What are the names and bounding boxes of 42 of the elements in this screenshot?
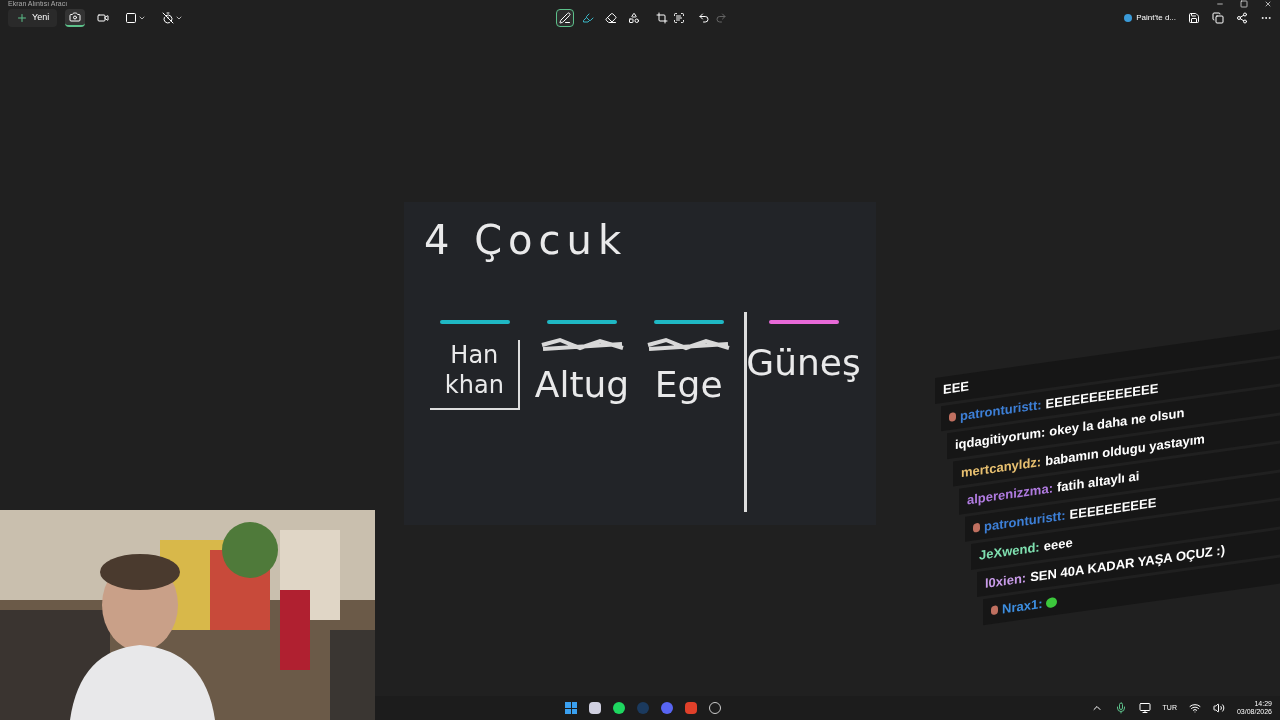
eraser-icon <box>605 12 617 24</box>
handwritten-name: Altug <box>534 363 630 407</box>
shapes-icon <box>628 12 640 24</box>
chevron-down-icon <box>175 14 184 22</box>
minimize-icon <box>1216 0 1224 8</box>
handwritten-name: Güneş <box>746 341 861 385</box>
close-icon <box>1264 0 1272 8</box>
windows-start-icon[interactable] <box>565 702 577 714</box>
chat-username: JeXwend: <box>979 538 1040 565</box>
copy-icon <box>1212 12 1224 24</box>
redo-icon[interactable] <box>715 12 727 24</box>
emote-icon <box>1046 596 1058 609</box>
rectangle-icon <box>125 12 138 24</box>
maximize-icon <box>1240 0 1248 8</box>
chevron-down-icon <box>138 14 147 22</box>
video-icon <box>97 12 110 24</box>
save-icon <box>1188 12 1200 24</box>
handwritten-title: 4 Çocuk <box>424 216 629 265</box>
monitor-icon <box>1138 702 1151 714</box>
chat-username: l0xien: <box>985 568 1027 593</box>
pen-tool-button[interactable] <box>556 9 574 27</box>
chat-username: mertcanyldz: <box>961 452 1042 482</box>
new-button[interactable]: Yeni <box>8 9 58 27</box>
timer-off-icon <box>162 12 175 24</box>
plus-icon <box>16 12 28 24</box>
pen-icon <box>559 12 571 24</box>
microphone-icon <box>1114 702 1127 714</box>
handwritten-name: Han khan <box>430 340 521 410</box>
text-actions-icon[interactable] <box>673 12 685 24</box>
chat-username: Nrax1: <box>1002 594 1043 619</box>
chat-username: iqdagitiyorum: <box>955 423 1046 455</box>
camera-icon <box>69 11 82 23</box>
chat-text: eeee <box>1043 534 1073 556</box>
handwritten-name: Ege <box>654 363 723 407</box>
capture-mode-button[interactable] <box>65 9 86 27</box>
undo-icon[interactable] <box>698 12 710 24</box>
paint-button[interactable]: Paint'te d... <box>1124 12 1176 24</box>
share-icon <box>1236 12 1248 24</box>
crop-icon[interactable] <box>656 12 668 24</box>
highlighter-icon <box>582 12 594 24</box>
volume-icon <box>1212 702 1225 714</box>
network-icon <box>1188 702 1201 714</box>
